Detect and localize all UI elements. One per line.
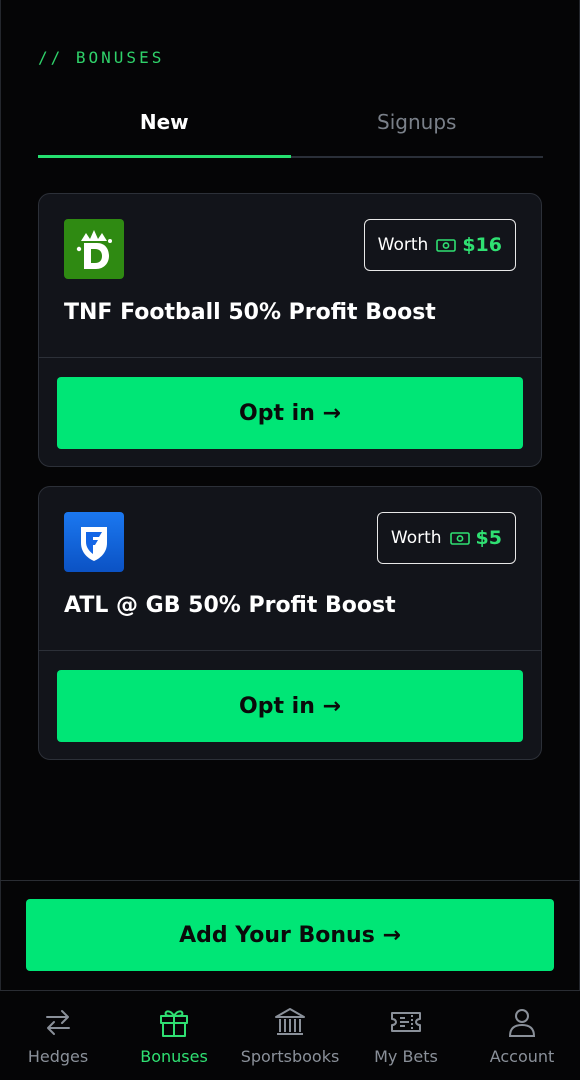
bottom-nav: Hedges Bonuses Sportsbooks My Bets Accou… [0,990,580,1080]
bonus-title: TNF Football 50% Profit Boost [64,300,436,325]
bonus-card-header: Worth $5 ATL @ GB 50% Profit Boost [39,487,541,651]
nav-item-hedges[interactable]: Hedges [0,991,116,1080]
fanduel-logo-icon [64,512,124,572]
nav-label: Sportsbooks [240,1047,340,1066]
opt-in-button[interactable]: Opt in → [57,377,523,449]
nav-label: Bonuses [140,1047,208,1066]
bonus-card-footer: Opt in → [39,358,541,466]
footer-divider [0,880,580,881]
nav-item-my-bets[interactable]: My Bets [348,991,464,1080]
bonus-card-header: Worth $16 TNF Football 50% Profit Boost [39,194,541,358]
bonus-card: Worth $5 ATL @ GB 50% Profit Boost Opt i… [38,486,542,760]
tab-signups[interactable]: Signups [291,100,544,156]
bonus-card-footer: Opt in → [39,651,541,759]
worth-label: Worth [377,235,429,255]
worth-amount: $16 [462,234,502,256]
worth-badge: Worth $5 [376,512,516,564]
nav-item-sportsbooks[interactable]: Sportsbooks [232,991,348,1080]
draftkings-logo-icon [64,219,124,279]
worth-badge: Worth $16 [363,219,516,271]
cash-icon [436,239,457,252]
bonus-title: ATL @ GB 50% Profit Boost [64,593,396,618]
nav-label: My Bets [374,1047,438,1066]
gift-icon [160,1010,188,1037]
bonus-card: Worth $16 TNF Football 50% Profit Boost … [38,193,542,467]
nav-item-account[interactable]: Account [464,991,580,1080]
nav-item-bonuses[interactable]: Bonuses [116,991,232,1080]
cash-icon [449,532,470,545]
user-icon [508,1009,536,1037]
ticket-icon [391,1012,421,1032]
bank-icon [275,1008,305,1035]
bonus-tabs: New Signups [38,100,543,158]
nav-label: Account [489,1047,555,1066]
nav-label: Hedges [27,1047,89,1066]
arrows-swap-icon [46,1010,70,1035]
section-label: // BONUSES [38,48,165,67]
worth-amount: $5 [475,527,502,549]
worth-label: Worth [390,528,442,548]
opt-in-button[interactable]: Opt in → [57,670,523,742]
add-bonus-button[interactable]: Add Your Bonus → [26,899,554,971]
tab-new[interactable]: New [38,100,291,158]
